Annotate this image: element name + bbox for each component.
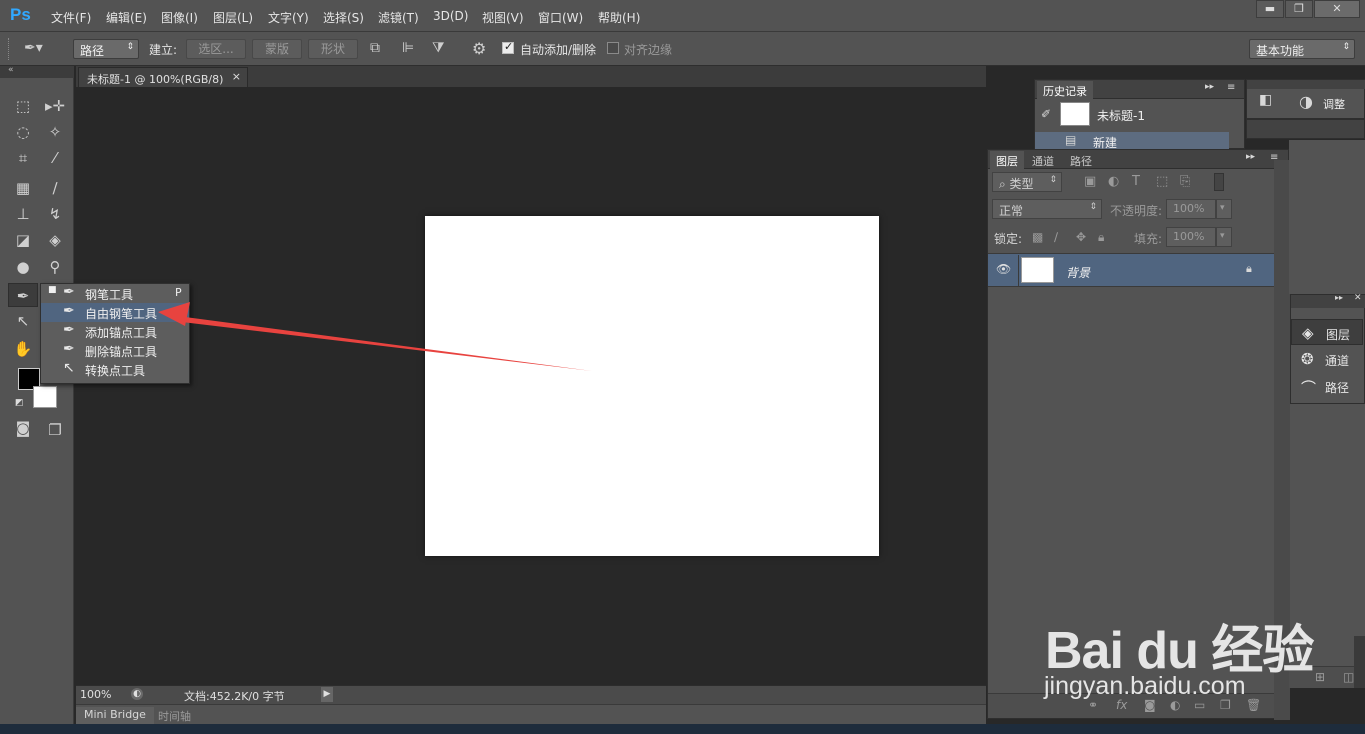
blend-mode-label: 正常 <box>999 204 1024 218</box>
layer-row-divider <box>1018 255 1019 287</box>
history-snapshot-row[interactable]: ✐ 未标题-1 <box>1035 100 1229 130</box>
lock-label: 锁定: <box>994 232 1023 246</box>
history-panel-header: 历史记录 ▸▸ ≡ <box>1035 80 1244 99</box>
channels-icon: ❂ <box>1301 350 1314 368</box>
right-dock-upper <box>1289 140 1365 294</box>
opacity-label: 不透明度: <box>1110 204 1163 218</box>
opacity-input[interactable]: 100% <box>1166 199 1216 219</box>
adjust-panel-header <box>1247 80 1365 89</box>
filter-shape-icon[interactable]: ⬚ <box>1156 174 1168 189</box>
properties-icon[interactable]: ◧ <box>1259 92 1272 108</box>
lock-transparent-icon[interactable]: ▩ <box>1032 230 1043 244</box>
snapshot-thumbnail <box>1060 102 1090 126</box>
side-item-channels[interactable]: ❂ 通道 <box>1291 346 1363 372</box>
layer-thumbnail <box>1021 257 1054 283</box>
tab-layers[interactable]: 图层 <box>990 151 1024 169</box>
level-meter <box>1354 636 1365 688</box>
fill-input[interactable]: 100% <box>1166 227 1216 247</box>
layers-panel-header: 图层 通道 路径 ▸▸ ≡ <box>988 150 1288 169</box>
layer-filter-label: 类型 <box>1009 177 1034 191</box>
secondary-panel-header <box>1246 119 1365 139</box>
watermark-url: jingyan.baidu.com <box>1044 672 1246 700</box>
side-item-label: 图层 <box>1326 328 1351 342</box>
collapsed-panel-header: ▸▸ ✕ <box>1291 293 1365 308</box>
paths-icon: ⌒ <box>1301 379 1317 397</box>
tab-history[interactable]: 历史记录 <box>1037 81 1093 99</box>
filter-type-icon[interactable]: T <box>1132 174 1140 189</box>
visibility-eye-icon[interactable]: 👁︎ <box>996 262 1011 276</box>
trash-icon[interactable]: 🗑︎ <box>1246 698 1261 712</box>
tab-paths[interactable]: 路径 <box>1064 151 1098 169</box>
side-item-label: 路径 <box>1325 381 1350 395</box>
layer-filter-select[interactable]: ⌕ 类型 ⇕ <box>992 172 1062 192</box>
filter-pixel-icon[interactable]: ▣ <box>1084 174 1096 189</box>
fill-dropdown-icon[interactable]: ▾ <box>1216 227 1232 247</box>
panel-expand-icon[interactable]: ▸▸ <box>1335 293 1343 302</box>
panel-collapse-icon[interactable]: ▸▸ <box>1205 82 1214 92</box>
filter-adjustment-icon[interactable]: ◐ <box>1108 174 1119 189</box>
panel-menu-icon[interactable]: ≡ <box>1227 82 1235 93</box>
new-page-icon[interactable]: ◫ <box>1343 670 1354 684</box>
arrow-shaft <box>182 317 592 371</box>
side-item-layers[interactable]: ◈ 图层 <box>1291 319 1363 345</box>
layers-icon: ◈ <box>1302 324 1314 342</box>
new-item-icon[interactable]: ⊞ <box>1315 670 1325 684</box>
lock-position-icon[interactable]: ✥ <box>1076 230 1086 244</box>
lock-all-icon[interactable]: 🔒︎ <box>1098 230 1104 245</box>
search-icon: ⌕ <box>999 177 1010 191</box>
side-item-paths[interactable]: ⌒ 路径 <box>1291 373 1363 399</box>
layer-row[interactable]: 👁︎ 背景 🔒︎ <box>988 253 1274 287</box>
layer-name[interactable]: 背景 <box>1066 264 1090 281</box>
history-panel: 历史记录 ▸▸ ≡ ✐ 未标题-1 ▤ 新建 <box>1034 79 1245 150</box>
collapsed-panel-group: ▸▸ ✕ ◈ 图层 ❂ 通道 ⌒ 路径 <box>1290 293 1365 404</box>
adjust-panel: ◧ ◑ 调整 <box>1246 79 1365 119</box>
arrow-head <box>158 302 190 326</box>
side-item-label: 通道 <box>1325 354 1350 368</box>
panel-collapse-icon[interactable]: ▸▸ <box>1246 152 1255 162</box>
fill-label: 填充: <box>1134 232 1163 246</box>
snapshot-name: 未标题-1 <box>1097 109 1145 123</box>
select-arrows-icon: ⇕ <box>1049 175 1057 185</box>
select-arrows-icon: ⇕ <box>1089 202 1097 212</box>
filter-smart-object-icon[interactable]: ⎘ <box>1180 174 1190 189</box>
history-brush-source-icon[interactable]: ✐ <box>1041 107 1051 121</box>
lock-image-icon[interactable]: ∕ <box>1054 230 1058 244</box>
tab-channels[interactable]: 通道 <box>1026 151 1060 169</box>
document-icon: ▤ <box>1065 133 1077 147</box>
lock-icon: 🔒︎ <box>1246 262 1252 275</box>
close-icon[interactable]: ✕ <box>1354 293 1362 303</box>
blend-mode-select[interactable]: 正常 ⇕ <box>992 199 1102 219</box>
history-state-row[interactable]: ▤ 新建 <box>1035 132 1229 150</box>
adjust-label: 调整 <box>1323 98 1345 111</box>
filter-toggle[interactable] <box>1214 173 1224 191</box>
opacity-dropdown-icon[interactable]: ▾ <box>1216 199 1232 219</box>
adjustments-icon[interactable]: ◑ <box>1299 92 1313 111</box>
